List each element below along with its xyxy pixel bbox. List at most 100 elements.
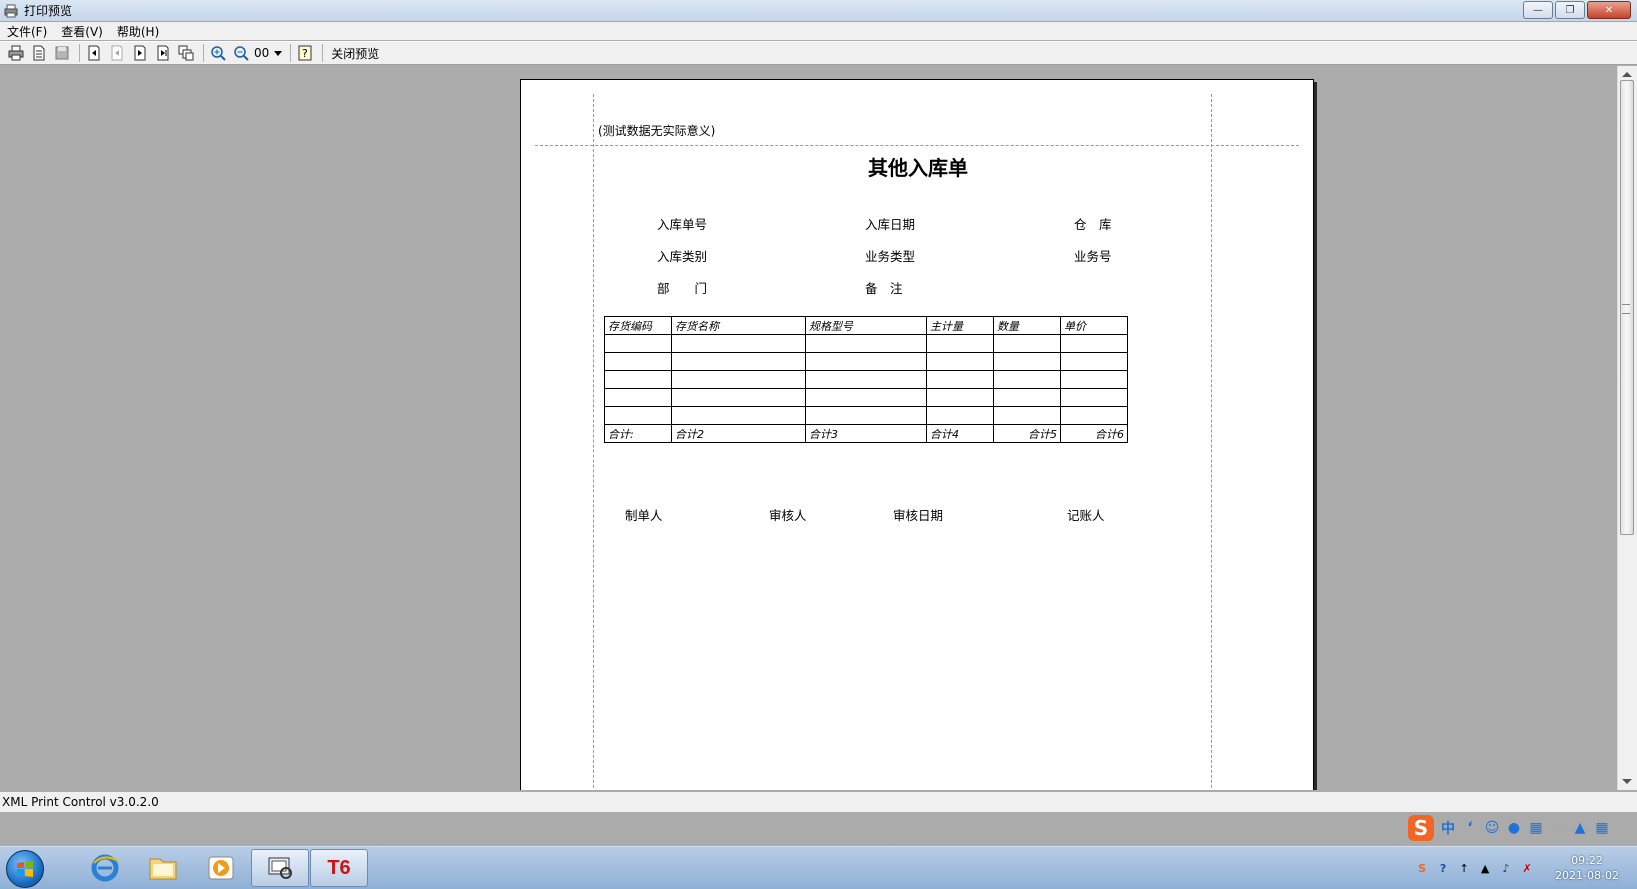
chevron-down-icon	[274, 50, 283, 56]
network-icon[interactable]: ✗	[1518, 859, 1536, 877]
table-totals-row: 合计: 合计2 合计3 合计4 合计5 合计6	[604, 424, 1128, 443]
zoom-out-icon	[234, 46, 249, 61]
toolbar-separator	[203, 44, 204, 62]
close-window-button[interactable]: ✕	[1587, 1, 1631, 19]
print-icon	[8, 45, 24, 61]
folder-icon	[149, 858, 177, 880]
margin-guide-top	[535, 145, 1299, 146]
taskbar-ie[interactable]	[76, 849, 134, 887]
total-cell: 合计2	[671, 424, 806, 443]
ime-toolbar[interactable]: S 中 ‘ ☺ ● ▦ ● ▲ ▦	[1408, 815, 1614, 841]
first-page-icon	[88, 45, 100, 61]
scroll-up-icon[interactable]	[1622, 72, 1632, 77]
items-table: 存货编码 存货名称 规格型号 主计量 数量 单价 合计: 合计2 合计3 合计4…	[604, 316, 1128, 443]
sogou-tray-icon[interactable]: S	[1413, 859, 1431, 877]
table-row	[604, 334, 1128, 353]
restore-button[interactable]: ❐	[1555, 1, 1585, 19]
table-row	[604, 352, 1128, 371]
menu-view[interactable]: 查看(V)	[54, 23, 110, 40]
user-icon[interactable]: ●	[1548, 818, 1568, 838]
field-in-date: 入库日期	[865, 217, 916, 232]
field-remark: 备 注	[865, 281, 903, 296]
notification-icon[interactable]: ↑	[1455, 859, 1473, 877]
skin-icon[interactable]: ▲	[1570, 818, 1590, 838]
col-header: 单价	[1060, 316, 1128, 335]
first-page-button[interactable]	[84, 43, 104, 63]
help-tray-icon[interactable]: ?	[1434, 859, 1452, 877]
taskbar-t6[interactable]: T6	[310, 849, 368, 887]
zoom-in-icon	[211, 46, 226, 61]
page-setup-button[interactable]	[29, 43, 49, 63]
volume-icon[interactable]: ♪	[1497, 859, 1515, 877]
preview-area[interactable]: (测试数据无实际意义) 其他入库单 入库单号 入库日期 仓 库 入库类别 业务类…	[0, 66, 1617, 790]
prev-page-button[interactable]	[107, 43, 127, 63]
signature-review-date: 审核日期	[893, 508, 944, 523]
vertical-scrollbar[interactable]	[1617, 66, 1637, 790]
minimize-button[interactable]: —	[1523, 1, 1553, 19]
taskbar-media-player[interactable]	[192, 849, 250, 887]
zoom-select[interactable]: 00	[254, 46, 283, 60]
taskbar-explorer[interactable]	[134, 849, 192, 887]
total-cell: 合计:	[604, 424, 672, 443]
toolbox-icon[interactable]: ▦	[1592, 818, 1612, 838]
margin-guide-left	[593, 94, 594, 790]
punctuation-icon[interactable]: ‘	[1460, 818, 1480, 838]
toolbar-separator	[79, 44, 80, 62]
toolbar: 00 ? 关闭预览	[0, 41, 1637, 65]
emoji-icon[interactable]: ☺	[1482, 818, 1502, 838]
field-warehouse: 仓 库	[1074, 217, 1112, 232]
signature-reviewer: 审核人	[769, 508, 807, 523]
print-button[interactable]	[6, 43, 26, 63]
multi-page-button[interactable]	[176, 43, 196, 63]
last-page-button[interactable]	[153, 43, 173, 63]
table-row	[604, 370, 1128, 389]
help-button[interactable]: ?	[295, 43, 315, 63]
field-in-category: 入库类别	[657, 249, 708, 264]
microphone-icon[interactable]: ●	[1504, 818, 1524, 838]
minimize-icon: —	[1533, 4, 1543, 16]
zoom-in-button[interactable]	[208, 43, 228, 63]
save-button[interactable]	[52, 43, 72, 63]
show-hidden-icons[interactable]: ▲	[1476, 859, 1494, 877]
clock[interactable]: 09:22 2021-08-02	[1555, 853, 1619, 883]
document-title: 其他入库单	[868, 156, 968, 180]
total-cell: 合计5	[993, 424, 1061, 443]
field-business-type: 业务类型	[865, 249, 916, 264]
col-header: 数量	[993, 316, 1061, 335]
help-icon: ?	[298, 45, 312, 61]
windows-logo-icon	[17, 861, 33, 877]
margin-guide-right	[1211, 94, 1212, 790]
menu-help[interactable]: 帮助(H)	[110, 23, 166, 40]
status-text: XML Print Control v3.0.2.0	[2, 795, 159, 809]
title-bar: 打印预览 — ❐ ✕	[0, 0, 1637, 22]
window-title: 打印预览	[24, 4, 73, 18]
field-order-no: 入库单号	[657, 217, 708, 232]
internet-explorer-icon	[91, 854, 119, 882]
close-preview-button[interactable]: 关闭预览	[331, 45, 379, 62]
page-setup-icon	[33, 45, 45, 61]
test-data-note: (测试数据无实际意义)	[598, 124, 716, 138]
col-header: 存货编码	[604, 316, 672, 335]
next-page-button[interactable]	[130, 43, 150, 63]
menu-file[interactable]: 文件(F)	[0, 23, 54, 40]
total-cell: 合计4	[926, 424, 994, 443]
zoom-out-button[interactable]	[231, 43, 251, 63]
keyboard-icon[interactable]: ▦	[1526, 818, 1546, 838]
printer-icon	[3, 3, 19, 19]
clock-time: 09:22	[1571, 854, 1603, 867]
save-icon	[55, 46, 69, 60]
start-button[interactable]	[6, 850, 44, 888]
media-player-icon	[208, 856, 234, 880]
col-header: 存货名称	[671, 316, 806, 335]
field-department: 部 门	[657, 281, 708, 296]
t6-label: T6	[327, 856, 351, 879]
taskbar-print-preview[interactable]	[251, 849, 309, 887]
sogou-logo-icon[interactable]: S	[1408, 815, 1434, 841]
scroll-down-icon[interactable]	[1622, 779, 1632, 784]
menu-bar: 文件(F) 查看(V) 帮助(H)	[0, 22, 1637, 40]
total-cell: 合计3	[805, 424, 927, 443]
restore-icon: ❐	[1565, 4, 1575, 16]
ime-mode-toggle[interactable]: 中	[1438, 818, 1458, 838]
table-row	[604, 388, 1128, 407]
table-header-row: 存货编码 存货名称 规格型号 主计量 数量 单价	[604, 316, 1128, 335]
